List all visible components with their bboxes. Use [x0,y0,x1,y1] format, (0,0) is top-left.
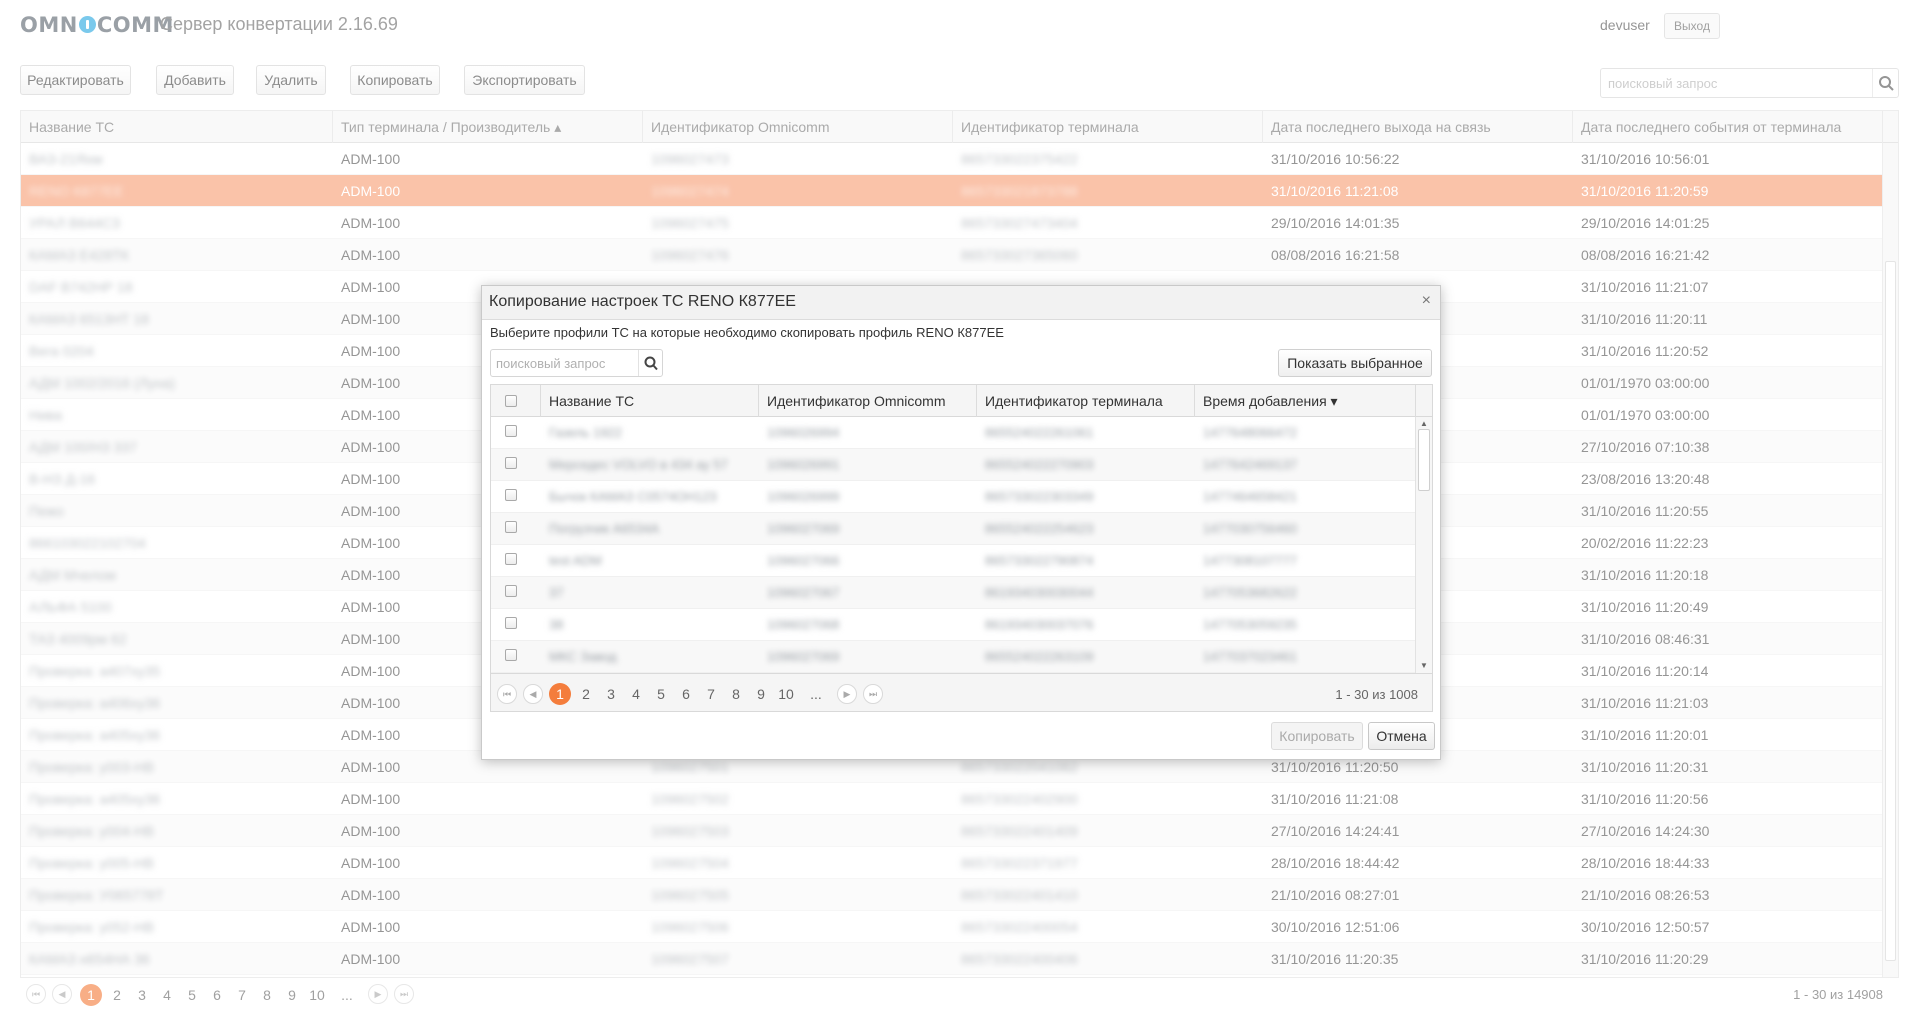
dialog-grid-header: Название ТС Идентификатор Omnicomm Идент… [491,385,1432,417]
dialog-cell-omnicomm-id: 1096026999 [767,489,840,504]
row-checkbox[interactable] [505,425,517,437]
prev-page-icon[interactable]: ◀ [523,684,543,704]
search-icon[interactable] [638,350,662,376]
dialog-col-omnicomm-id[interactable]: Идентификатор Omnicomm [759,385,977,417]
dialog-cell-terminal-id: 865524022261061 [985,425,1094,440]
dialog-cell-name: test ADM [549,553,602,568]
dialog-cell-name: 37 [549,585,564,600]
dialog-cell-added-time: 1477037023461 [1203,649,1297,664]
dialog-scrollbar-thumb[interactable] [1418,429,1430,491]
next-page-icon[interactable]: ▶ [837,684,857,704]
list-item[interactable]: test ADM 1096027066 865733022790874 1477308… [491,545,1416,577]
dialog-title: Копирование настроек ТС RENO К877ЕЕ [489,293,796,310]
dialog-cell-terminal-id: 861934030030044 [985,585,1094,600]
page-link[interactable]: ... [804,683,828,705]
list-item[interactable]: Газель 1922 1096026994 865524022261061 1477… [491,417,1416,449]
copy-settings-dialog: Копирование настроек ТС RENO К877ЕЕ × Вы… [481,285,1441,760]
list-item[interactable]: Бычок КАМАЗ С0574ОН123 1096026999 86573302… [491,481,1416,513]
dialog-pager: ⏮ ◀ 1 2 3 4 5 6 7 8 9 10... ▶ ⏭ 1 - 30 из 1008 [491,673,1432,711]
dialog-cell-name: Бычок КАМАЗ С0574ОН123 [549,489,717,504]
dialog-col-name[interactable]: Название ТС [541,385,759,417]
close-icon[interactable]: × [1422,292,1431,310]
dialog-cell-omnicomm-id: 1096027069 [767,649,840,664]
dialog-cell-terminal-id: 861934030037076 [985,617,1094,632]
dialog-cell-added-time: 1477030756460 [1203,521,1297,536]
dialog-cancel-button[interactable]: Отмена [1368,722,1435,750]
dialog-cell-omnicomm-id: 1096026991 [767,457,840,472]
dialog-vehicles-grid: Название ТС Идентификатор Omnicomm Идент… [490,384,1433,712]
dialog-col-terminal-id[interactable]: Идентификатор терминала [977,385,1195,417]
dialog-cell-name: Газель 1922 [549,425,622,440]
dialog-cell-name: МКС Завод [549,649,617,664]
row-checkbox[interactable] [505,457,517,469]
dialog-cell-terminal-id: 865733022303349 [985,489,1094,504]
row-checkbox[interactable] [505,521,517,533]
dialog-cell-added-time: 1477308107777 [1203,553,1297,568]
dialog-cell-added-time: 1477053682622 [1203,585,1297,600]
row-checkbox[interactable] [505,617,517,629]
first-page-icon[interactable]: ⏮ [497,684,517,704]
dialog-cell-omnicomm-id: 1096027069 [767,521,840,536]
scroll-down-icon[interactable]: ▼ [1420,661,1428,670]
select-all-checkbox[interactable] [505,395,517,407]
dialog-search-input[interactable]: поисковый запрос [490,349,663,377]
dialog-cell-terminal-id: 865524022254623 [985,521,1094,536]
select-all-cell [491,385,541,417]
row-checkbox[interactable] [505,649,517,661]
dialog-cell-omnicomm-id: 1096026994 [767,425,840,440]
dialog-grid-body: Газель 1922 1096026994 865524022261061 1477… [491,417,1416,673]
dialog-cell-omnicomm-id: 1096027068 [767,617,840,632]
list-item[interactable]: 37 1096027067 861934030030044 1477053682622 [491,577,1416,609]
dialog-instructions: Выберите профили ТС на которые необходим… [490,325,1004,340]
dialog-cell-added-time: 1477648066472 [1203,425,1297,440]
dialog-cell-terminal-id: 865733022790874 [985,553,1094,568]
dialog-cell-added-time: 1477053059235 [1203,617,1297,632]
page-link[interactable]: 7 [699,683,723,705]
dialog-col-added-time[interactable]: Время добавления ▾ [1195,385,1416,417]
page-link[interactable]: 2 [574,683,598,705]
dialog-cell-name: Погрузчик А6534А [549,521,660,536]
dialog-titlebar: Копирование настроек ТС RENO К877ЕЕ × [482,286,1440,320]
page-link[interactable]: 5 [649,683,673,705]
row-checkbox[interactable] [505,553,517,565]
page-link[interactable]: 10 [774,683,798,705]
dialog-cell-omnicomm-id: 1096027066 [767,553,840,568]
dialog-cell-added-time: 1477464658421 [1203,489,1297,504]
dialog-cell-terminal-id: 865524022270903 [985,457,1094,472]
list-item[interactable]: МКС Завод 1096027069 865524022263109 147703… [491,641,1416,673]
dialog-copy-button[interactable]: Копировать [1271,722,1363,750]
dialog-cell-name: Мерседес VOLVO в 434 ау 57 [549,457,728,472]
row-checkbox[interactable] [505,489,517,501]
page-link[interactable]: 9 [749,683,773,705]
page-link[interactable]: 3 [599,683,623,705]
list-item[interactable]: 38 1096027068 861934030037076 1477053059235 [491,609,1416,641]
list-item[interactable]: Погрузчик А6534А 1096027069 86552402225462… [491,513,1416,545]
row-checkbox[interactable] [505,585,517,597]
page-link[interactable]: 6 [674,683,698,705]
list-item[interactable]: Мерседес VOLVO в 434 ау 57 1096026991 8655… [491,449,1416,481]
scroll-up-icon[interactable]: ▲ [1420,419,1428,428]
page-link[interactable]: 4 [624,683,648,705]
page-link[interactable]: 8 [724,683,748,705]
page-current[interactable]: 1 [549,683,571,705]
dialog-cell-omnicomm-id: 1096027067 [767,585,840,600]
dialog-grid-scrollbar[interactable]: ▲ ▼ [1415,417,1432,673]
dialog-search-placeholder: поисковый запрос [496,356,606,371]
show-selected-button[interactable]: Показать выбранное [1278,349,1432,377]
dialog-cell-name: 38 [549,617,564,632]
dialog-cell-added-time: 1477642469137 [1203,457,1297,472]
dialog-pager-info: 1 - 30 из 1008 [1335,687,1418,702]
last-page-icon[interactable]: ⏭ [863,684,883,704]
dialog-cell-terminal-id: 865524022263109 [985,649,1094,664]
